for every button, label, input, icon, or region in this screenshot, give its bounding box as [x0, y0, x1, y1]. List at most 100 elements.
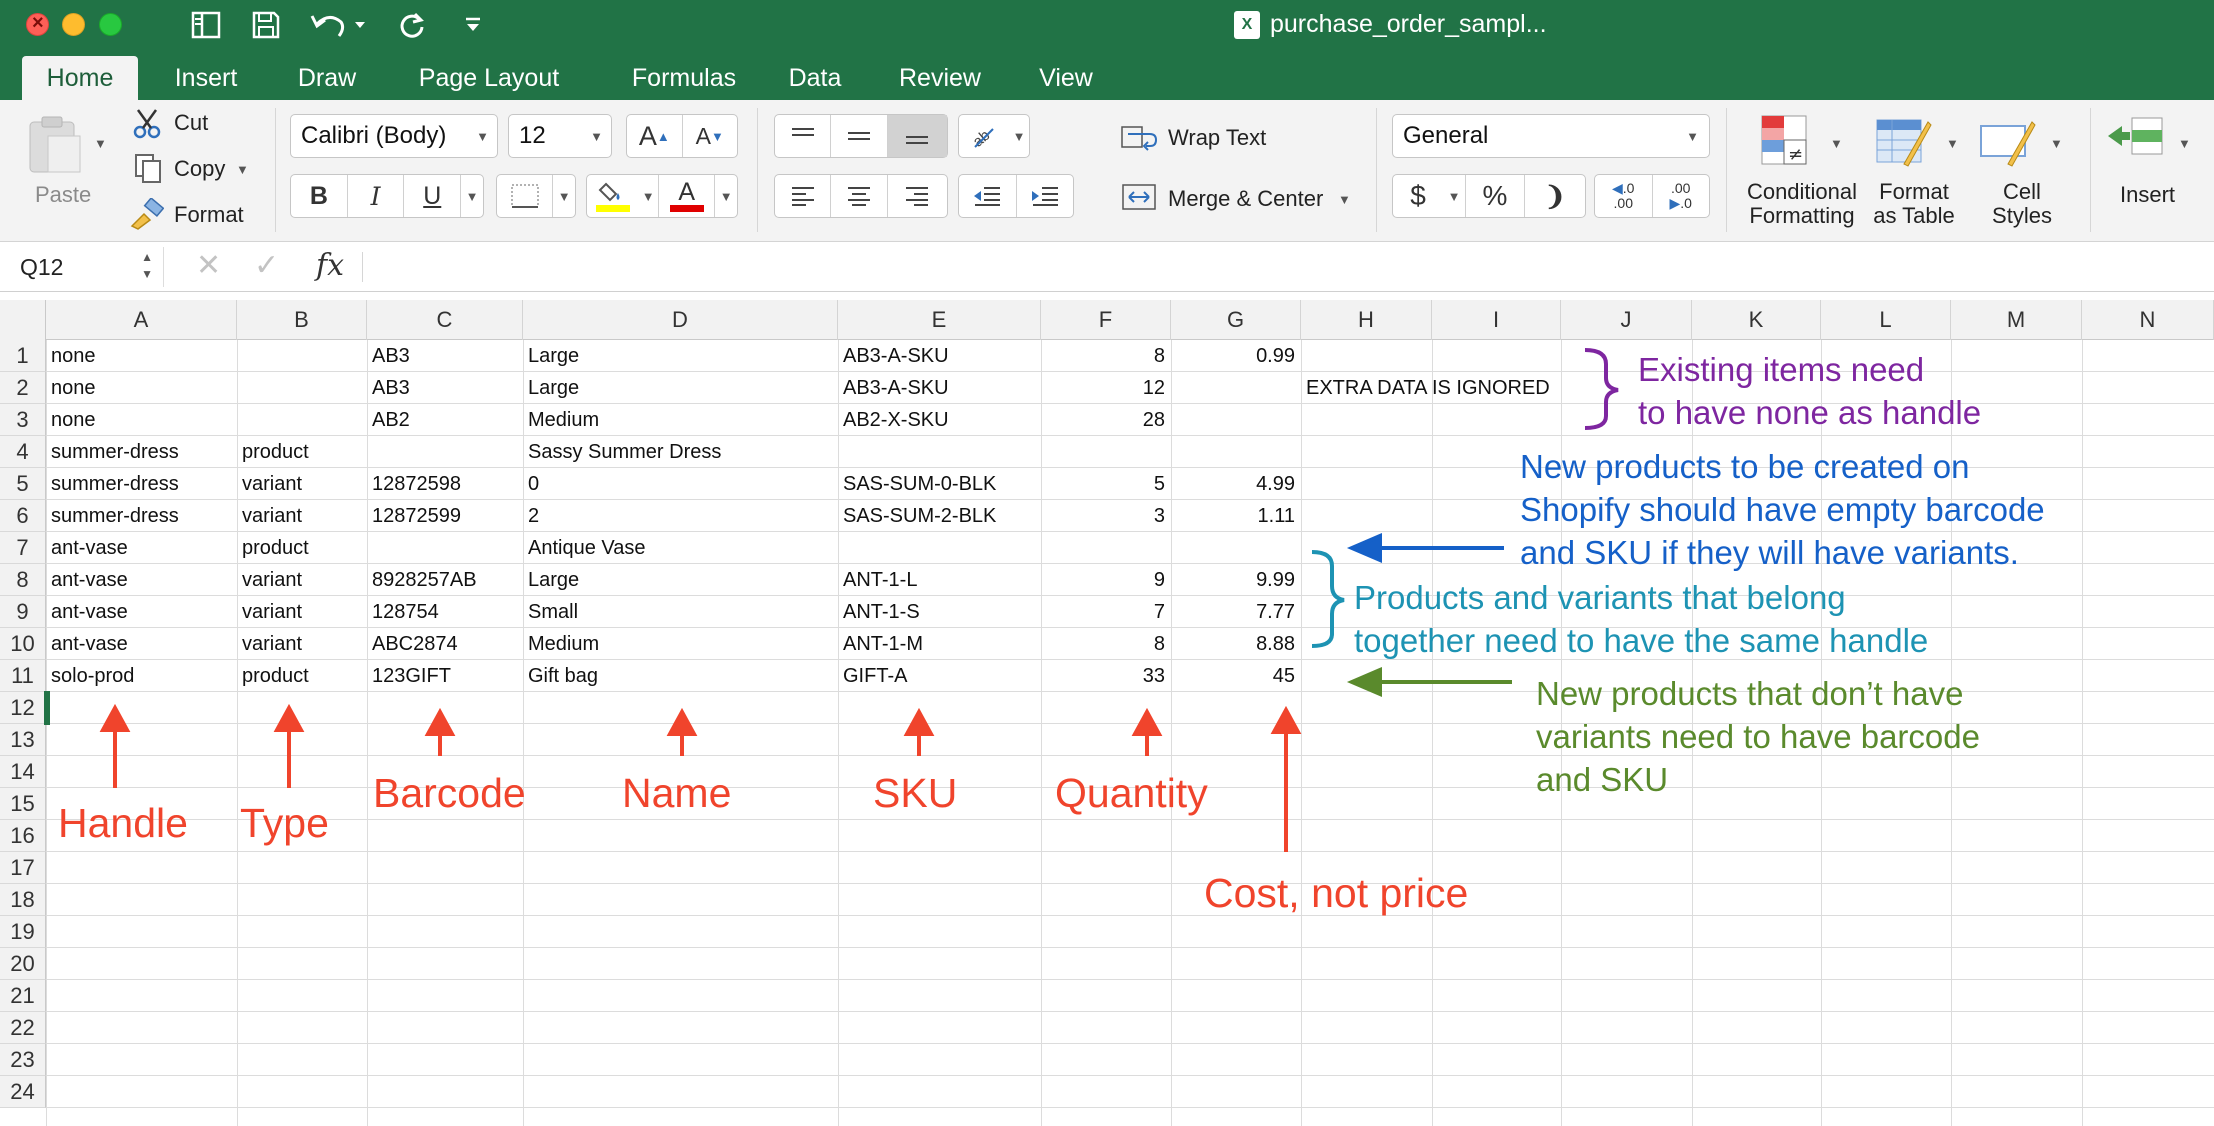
- cell-c10[interactable]: ABC2874: [367, 628, 523, 660]
- column-header-k[interactable]: K: [1692, 300, 1821, 340]
- row-header-23[interactable]: 23: [0, 1044, 46, 1076]
- cell-d3[interactable]: Medium: [523, 404, 838, 436]
- cell-a9[interactable]: ant-vase: [46, 596, 237, 628]
- selected-cell-q12[interactable]: [44, 691, 50, 725]
- column-header-e[interactable]: E: [838, 300, 1041, 340]
- font-color-icon[interactable]: A: [659, 175, 714, 217]
- cell-e10[interactable]: ANT-1-M: [838, 628, 1041, 660]
- cell-b8[interactable]: variant: [237, 564, 367, 596]
- tab-home[interactable]: Home: [22, 56, 138, 100]
- cell-f2[interactable]: 12: [1041, 372, 1171, 404]
- currency-button[interactable]: $: [1393, 175, 1443, 217]
- wrap-text-button[interactable]: Wrap Text: [1168, 125, 1266, 151]
- cell-a10[interactable]: ant-vase: [46, 628, 237, 660]
- redo-icon[interactable]: [394, 8, 430, 42]
- decrease-decimal-icon[interactable]: .00 ▶.0: [1652, 175, 1709, 217]
- borders-button[interactable]: ▼: [496, 174, 576, 218]
- cell-styles-dropdown-icon[interactable]: ▼: [2050, 136, 2063, 151]
- conditional-formatting-dropdown-icon[interactable]: ▼: [1830, 136, 1843, 151]
- cell-f1[interactable]: 8: [1041, 340, 1171, 372]
- cell-g9[interactable]: 7.77: [1171, 596, 1301, 628]
- align-bottom-icon[interactable]: [887, 115, 947, 157]
- format-as-table-dropdown-icon[interactable]: ▼: [1946, 136, 1959, 151]
- cell-b6[interactable]: variant: [237, 500, 367, 532]
- cell-g10[interactable]: 8.88: [1171, 628, 1301, 660]
- confirm-formula-icon[interactable]: ✓: [254, 248, 279, 283]
- cell-d10[interactable]: Medium: [523, 628, 838, 660]
- align-left-icon[interactable]: [775, 175, 830, 217]
- merge-center-icon[interactable]: [1120, 182, 1160, 217]
- copy-icon[interactable]: [132, 152, 164, 189]
- name-box-stepper-icon[interactable]: ▲ ▼: [141, 249, 153, 283]
- cell-e6[interactable]: SAS-SUM-2-BLK: [838, 500, 1041, 532]
- tab-formulas[interactable]: Formulas: [604, 56, 764, 100]
- cell-b9[interactable]: variant: [237, 596, 367, 628]
- row-header-10[interactable]: 10: [0, 628, 46, 660]
- select-all-corner[interactable]: [0, 300, 46, 340]
- cell-d11[interactable]: Gift bag: [523, 660, 838, 692]
- cell-f3[interactable]: 28: [1041, 404, 1171, 436]
- increase-indent-icon[interactable]: [1016, 175, 1073, 217]
- minimize-window-button[interactable]: [62, 13, 85, 36]
- paste-dropdown-icon[interactable]: ▼: [94, 136, 107, 151]
- cell-d5[interactable]: 0: [523, 468, 838, 500]
- column-header-d[interactable]: D: [523, 300, 838, 340]
- cell-f5[interactable]: 5: [1041, 468, 1171, 500]
- cell-a2[interactable]: none: [46, 372, 237, 404]
- cell-a11[interactable]: solo-prod: [46, 660, 237, 692]
- row-header-2[interactable]: 2: [0, 372, 46, 404]
- cell-h2[interactable]: EXTRA DATA IS IGNORED: [1301, 372, 1561, 404]
- row-header-8[interactable]: 8: [0, 564, 46, 596]
- cell-b11[interactable]: product: [237, 660, 367, 692]
- tab-review[interactable]: Review: [884, 56, 996, 100]
- format-as-table-icon[interactable]: [1874, 112, 1932, 173]
- cell-e9[interactable]: ANT-1-S: [838, 596, 1041, 628]
- cell-styles-button[interactable]: Cell Styles: [1980, 180, 2064, 228]
- name-box[interactable]: Q12 ▲ ▼: [8, 247, 164, 287]
- row-header-1[interactable]: 1: [0, 340, 46, 372]
- number-format-select[interactable]: General ▼: [1392, 114, 1710, 158]
- align-middle-icon[interactable]: [831, 115, 886, 157]
- cell-a1[interactable]: none: [46, 340, 237, 372]
- cell-g11[interactable]: 45: [1171, 660, 1301, 692]
- cell-a3[interactable]: none: [46, 404, 237, 436]
- customize-toolbar-icon[interactable]: [458, 8, 488, 42]
- cell-e3[interactable]: AB2-X-SKU: [838, 404, 1041, 436]
- cell-g8[interactable]: 9.99: [1171, 564, 1301, 596]
- paste-button[interactable]: Paste: [35, 182, 91, 208]
- cell-g1[interactable]: 0.99: [1171, 340, 1301, 372]
- cell-g6[interactable]: 1.11: [1171, 500, 1301, 532]
- cell-e5[interactable]: SAS-SUM-0-BLK: [838, 468, 1041, 500]
- underline-button[interactable]: U: [404, 175, 460, 217]
- column-header-j[interactable]: J: [1561, 300, 1692, 340]
- cell-c2[interactable]: AB3: [367, 372, 523, 404]
- column-header-l[interactable]: L: [1821, 300, 1951, 340]
- cell-c3[interactable]: AB2: [367, 404, 523, 436]
- column-header-h[interactable]: H: [1301, 300, 1432, 340]
- italic-button[interactable]: I: [348, 175, 404, 217]
- fill-color-icon[interactable]: [587, 175, 638, 217]
- cell-a6[interactable]: summer-dress: [46, 500, 237, 532]
- cell-e1[interactable]: AB3-A-SKU: [838, 340, 1041, 372]
- cell-b7[interactable]: product: [237, 532, 367, 564]
- row-header-6[interactable]: 6: [0, 500, 46, 532]
- row-header-20[interactable]: 20: [0, 948, 46, 980]
- cell-c5[interactable]: 12872598: [367, 468, 523, 500]
- tab-data[interactable]: Data: [774, 56, 856, 100]
- format-painter-icon[interactable]: [130, 196, 165, 235]
- align-top-icon[interactable]: [775, 115, 830, 157]
- currency-dropdown-icon[interactable]: ▼: [1443, 175, 1465, 217]
- format-painter-button[interactable]: Format: [174, 202, 244, 228]
- cell-d7[interactable]: Antique Vase: [523, 532, 838, 564]
- bold-button[interactable]: B: [291, 175, 347, 217]
- row-header-19[interactable]: 19: [0, 916, 46, 948]
- cell-c9[interactable]: 128754: [367, 596, 523, 628]
- merge-center-dropdown-icon[interactable]: ▼: [1338, 192, 1351, 207]
- row-header-21[interactable]: 21: [0, 980, 46, 1012]
- paste-icon[interactable]: [24, 114, 86, 181]
- cell-e11[interactable]: GIFT-A: [838, 660, 1041, 692]
- align-right-icon[interactable]: [888, 175, 947, 217]
- underline-dropdown-icon[interactable]: ▼: [461, 175, 483, 217]
- cut-button[interactable]: Cut: [174, 110, 208, 136]
- tab-view[interactable]: View: [1024, 56, 1108, 100]
